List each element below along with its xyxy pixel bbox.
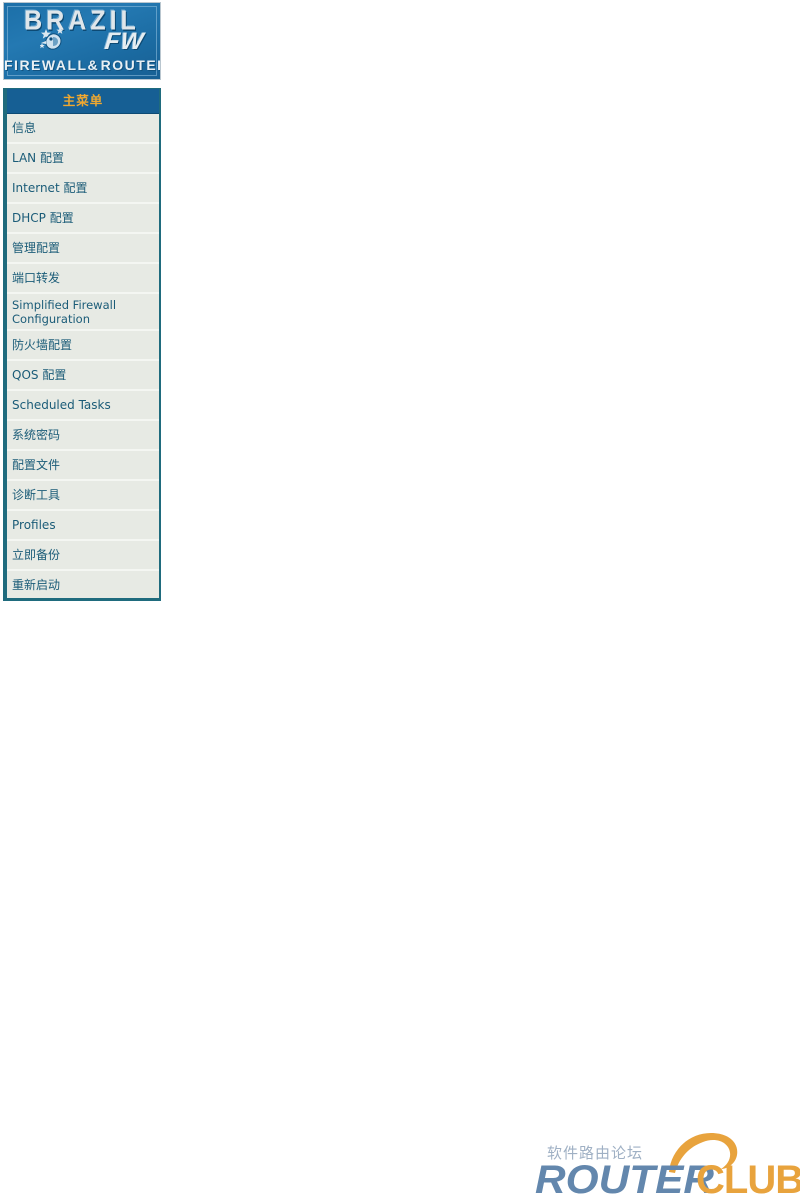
menu-item[interactable]: 立即备份 [7, 541, 159, 571]
watermark-router-text: ROUTER [535, 1158, 715, 1202]
menu-item[interactable]: Scheduled Tasks [7, 391, 159, 421]
menu-item[interactable]: 管理配置 [7, 234, 159, 264]
menu-item[interactable]: 端口转发 [7, 264, 159, 294]
menu-item[interactable]: 重新启动 [7, 571, 159, 598]
menu-item[interactable]: 系统密码 [7, 421, 159, 451]
brand-tagline-firewall: FIREWALL [4, 57, 88, 73]
watermark-club-text: CLUB [696, 1158, 800, 1202]
brand-logo-banner: BRAZIL FW FIREWALL&ROUTER [3, 2, 161, 80]
parrot-star-emblem-icon [39, 27, 76, 53]
menu-item[interactable]: Profiles [7, 511, 159, 541]
menu-item[interactable]: LAN 配置 [7, 144, 159, 174]
brand-tagline-router: ROUTER [100, 57, 160, 73]
brand-name-fw: FW [103, 28, 146, 55]
menu-item[interactable]: DHCP 配置 [7, 204, 159, 234]
menu-item[interactable]: 配置文件 [7, 451, 159, 481]
main-menu-item-list: 信息 LAN 配置 Internet 配置 DHCP 配置 管理配置 端口转发 Simpli… [7, 114, 159, 598]
routerclub-watermark: 软件路由论坛 ROUTER CLUB [533, 1122, 800, 1202]
menu-item[interactable]: 防火墙配置 [7, 331, 159, 361]
brand-tagline: FIREWALL&ROUTER [4, 57, 160, 73]
menu-item[interactable]: QOS 配置 [7, 361, 159, 391]
menu-item[interactable]: Simplified Firewall Configuration [7, 294, 159, 331]
main-menu-header: 主菜单 [7, 89, 159, 114]
menu-item[interactable]: Internet 配置 [7, 174, 159, 204]
menu-item[interactable]: 信息 [7, 114, 159, 144]
menu-item[interactable]: 诊断工具 [7, 481, 159, 511]
brand-tagline-amp: & [87, 57, 101, 73]
main-menu-panel: 主菜单 信息 LAN 配置 Internet 配置 DHCP 配置 管理配置 端口转发 Si… [3, 88, 161, 601]
